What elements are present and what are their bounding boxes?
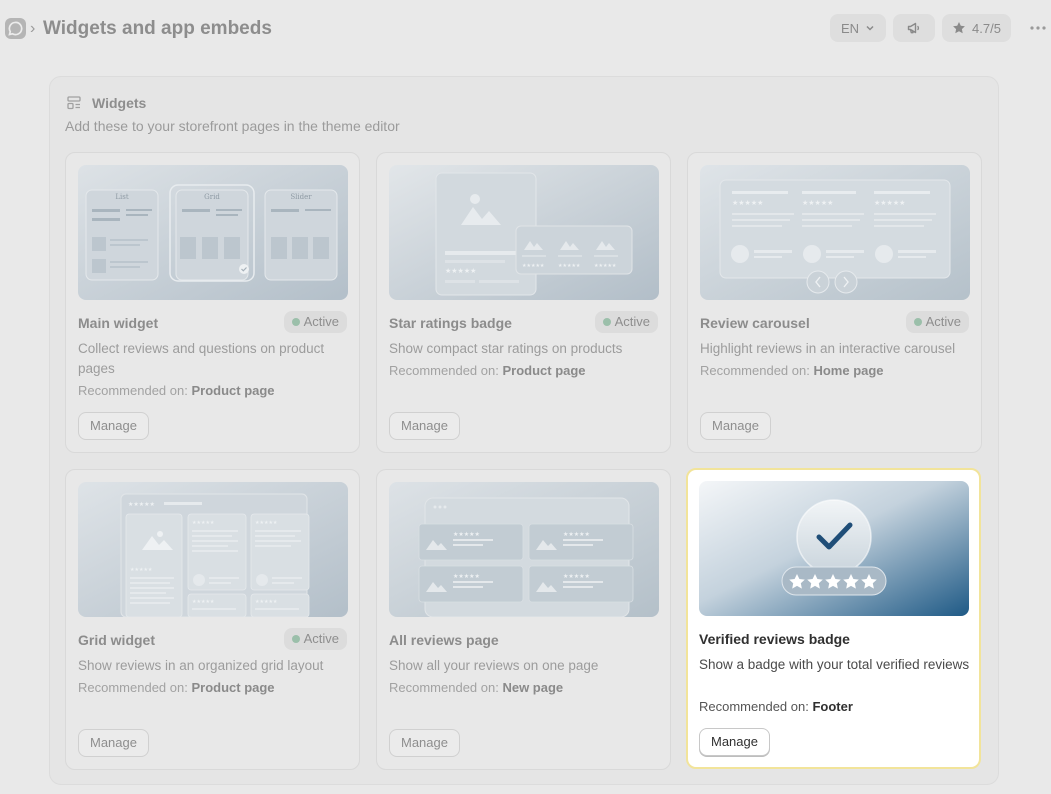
card-title: Verified reviews badge (699, 631, 850, 647)
recommended-page: Product page (191, 383, 275, 398)
card-title: Review carousel (700, 315, 810, 331)
more-horizontal-icon (1030, 26, 1046, 30)
status-label: Active (303, 314, 339, 329)
svg-text:★★★★★: ★★★★★ (255, 599, 278, 605)
preview-label-list: List (115, 193, 128, 201)
card-title: Main widget (78, 315, 159, 331)
app-logo-icon[interactable] (5, 18, 26, 39)
top-bar: › Widgets and app embeds EN 4.7/5 (0, 0, 1051, 58)
chevron-down-icon (866, 25, 874, 31)
panel-subtitle: Add these to your storefront pages in th… (65, 118, 400, 134)
svg-text:★★★★★: ★★★★★ (594, 263, 617, 269)
svg-text:★★★★★: ★★★★★ (130, 567, 153, 573)
recommended-prefix: Recommended on: (389, 680, 499, 695)
status-label: Active (303, 631, 339, 646)
preview-label-grid: Grid (204, 193, 220, 201)
recommended-page: Product page (191, 680, 275, 695)
recommended-prefix: Recommended on: (700, 363, 810, 378)
manage-button[interactable]: Manage (78, 729, 149, 757)
status-dot (291, 318, 300, 326)
grid-widget-preview-image: ★★★★★ ★★★★★ ★★★★★ ★★★★★ ★★★★★ ★★★★★ (78, 482, 348, 617)
card-description: Highlight reviews in an interactive caro… (700, 341, 956, 356)
preview-label-slider: Slider (290, 193, 312, 201)
svg-text:★★★★★: ★★★★★ (453, 531, 480, 538)
card-recommended: Recommended on: Product page (78, 679, 275, 697)
main-widget-preview-image: List Grid Slider (78, 165, 348, 300)
svg-text:★★★★★: ★★★★★ (563, 531, 590, 538)
svg-text:★★★★★: ★★★★★ (255, 520, 278, 526)
review-carousel-preview-image: ★★★★★ ★★★★★ ★★★★★ (700, 165, 970, 300)
status-badge: Active (905, 311, 969, 333)
breadcrumb-separator: › (30, 20, 36, 37)
status-badge: Active (283, 628, 347, 650)
rating-button[interactable]: 4.7/5 (942, 14, 1011, 42)
all-reviews-preview-image: ★★★★★ ★★★★★ ★★★★★ ★★★★★ (389, 482, 659, 617)
status-dot (913, 318, 922, 326)
widget-card-all-reviews: ★★★★★ ★★★★★ ★★★★★ ★★★★★ All reviews page Sh… (376, 469, 671, 770)
manage-button[interactable]: Manage (389, 729, 460, 757)
panel-title: Widgets (92, 95, 147, 111)
language-selector[interactable]: EN (830, 14, 886, 42)
more-actions-button[interactable] (1026, 16, 1050, 40)
card-title: All reviews page (389, 632, 499, 648)
widgets-panel: Widgets Add these to your storefront pag… (49, 76, 999, 785)
status-badge: Active (283, 311, 347, 333)
page-title: Widgets and app embeds (43, 18, 272, 39)
verified-badge-preview-image (699, 481, 969, 616)
card-recommended: Recommended on: Product page (78, 382, 275, 400)
svg-text:★★★★★: ★★★★★ (453, 573, 480, 580)
recommended-page: Footer (812, 699, 853, 714)
svg-text:★★★★★: ★★★★★ (445, 267, 476, 275)
card-description: Show reviews in an organized grid layout (78, 658, 324, 673)
svg-text:★★★★★: ★★★★★ (558, 263, 581, 269)
star-icon (953, 22, 965, 34)
widget-card-main: List Grid Slider Main widget Active Coll… (65, 152, 360, 453)
status-label: Active (614, 314, 650, 329)
svg-text:★★★★★: ★★★★★ (192, 599, 215, 605)
recommended-page: Product page (502, 363, 586, 378)
recommended-prefix: Recommended on: (78, 383, 188, 398)
card-description: Show compact star ratings on products (389, 341, 623, 356)
svg-text:★★★★★: ★★★★★ (874, 199, 905, 207)
rating-value: 4.7/5 (972, 20, 1001, 36)
svg-text:★★★★★: ★★★★★ (192, 520, 215, 526)
svg-text:★★★★★: ★★★★★ (128, 501, 155, 508)
widget-layout-icon (67, 96, 81, 110)
status-label: Active (925, 314, 961, 329)
widget-card-review-carousel: ★★★★★ ★★★★★ ★★★★★ Review carousel Active H… (687, 152, 982, 453)
panel-header: Widgets (66, 93, 146, 113)
card-description: Show all your reviews on one page (389, 658, 599, 673)
recommended-page: New page (502, 680, 564, 695)
card-title: Grid widget (78, 632, 155, 648)
manage-button[interactable]: Manage (699, 728, 770, 756)
card-description: Collect reviews and questions on product… (78, 341, 325, 376)
recommended-page: Home page (813, 363, 884, 378)
card-description: Show a badge with your total verified re… (699, 657, 970, 672)
card-recommended: Recommended on: New page (389, 679, 563, 697)
card-title: Star ratings badge (389, 315, 512, 331)
status-dot (602, 318, 611, 326)
recommended-prefix: Recommended on: (699, 699, 809, 714)
megaphone-icon (907, 22, 920, 34)
svg-text:★★★★★: ★★★★★ (732, 199, 763, 207)
recommended-prefix: Recommended on: (389, 363, 499, 378)
widget-card-verified-badge: Verified reviews badge Show a badge with… (686, 468, 981, 769)
svg-text:★★★★★: ★★★★★ (522, 263, 545, 269)
card-recommended: Recommended on: Footer (699, 698, 853, 716)
card-recommended: Recommended on: Product page (389, 362, 586, 380)
status-badge: Active (594, 311, 658, 333)
language-label: EN (840, 20, 860, 36)
manage-button[interactable]: Manage (700, 412, 771, 440)
widget-card-grid: ★★★★★ ★★★★★ ★★★★★ ★★★★★ ★★★★★ ★★★★★ Grid… (65, 469, 360, 770)
announcements-button[interactable] (893, 14, 935, 42)
manage-button[interactable]: Manage (389, 412, 460, 440)
widget-card-star-ratings: ★★★★★ ★★★★★ ★★★★★ ★★★★★ Star ratings badge… (376, 152, 671, 453)
svg-text:★★★★★: ★★★★★ (563, 573, 590, 580)
recommended-prefix: Recommended on: (78, 680, 188, 695)
status-dot (291, 635, 300, 643)
svg-text:★★★★★: ★★★★★ (802, 199, 833, 207)
star-ratings-preview-image: ★★★★★ ★★★★★ ★★★★★ ★★★★★ (389, 165, 659, 300)
card-recommended: Recommended on: Home page (700, 362, 884, 380)
manage-button[interactable]: Manage (78, 412, 149, 440)
